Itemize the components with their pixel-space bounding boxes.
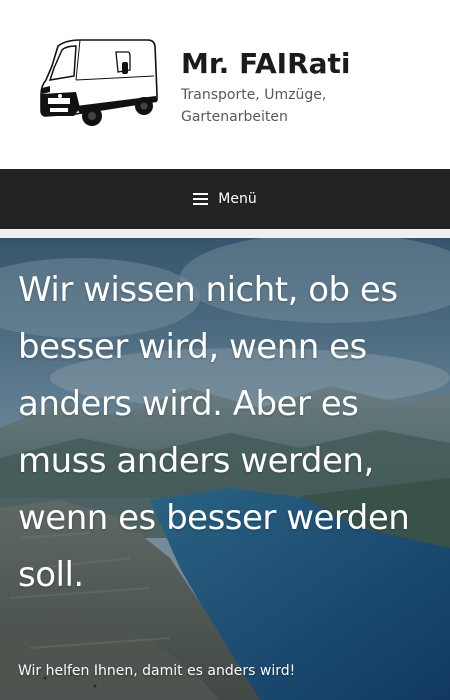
separator-bar	[0, 229, 450, 238]
menu-label: Menü	[218, 191, 257, 207]
hamburger-icon	[193, 193, 209, 205]
menu-toggle-button[interactable]: Menü	[183, 169, 266, 229]
site-header: Mr. FAIRati Transporte, Umzüge, Gartenar…	[0, 0, 450, 169]
brand: Mr. FAIRati Transporte, Umzüge, Gartenar…	[181, 44, 441, 128]
hero-headline: Wir wissen nicht, ob es besser wird, wen…	[18, 270, 410, 595]
hero-subline: Wir helfen Ihnen, damit es anders wird!	[18, 663, 296, 679]
site-title[interactable]: Mr. FAIRati	[181, 44, 441, 84]
hero-section: Wir wissen nicht, ob es besser wird, wen…	[0, 238, 450, 700]
van-logo-icon[interactable]	[36, 36, 162, 132]
site-tagline: Transporte, Umzüge, Gartenarbeiten	[181, 87, 327, 125]
main-navigation: Menü	[0, 169, 450, 229]
